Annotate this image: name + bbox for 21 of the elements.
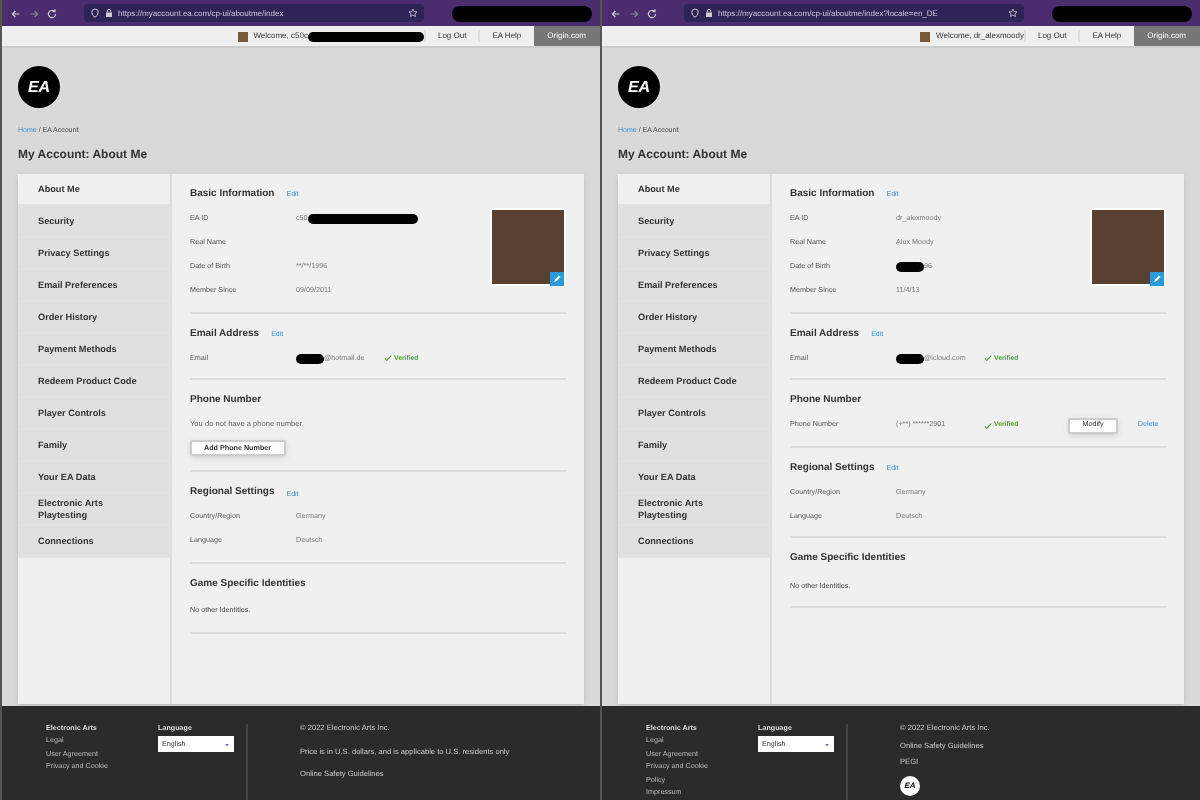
avatar-thumbnail: [920, 31, 931, 41]
avatar-thumbnail: [237, 31, 248, 41]
check-icon: [984, 354, 992, 363]
back-icon: [10, 7, 22, 19]
photo-placeholder: [490, 208, 566, 287]
ea-logo: EA: [18, 66, 60, 108]
check-icon: [984, 421, 992, 430]
forward-icon: [28, 7, 40, 19]
star-icon: [408, 8, 418, 18]
ea-logo: EA: [618, 66, 660, 108]
shield-icon: [90, 8, 100, 18]
reload-icon: [46, 7, 58, 19]
star-icon: [1008, 8, 1018, 18]
lock-icon: [704, 8, 714, 18]
forward-icon: [628, 7, 640, 19]
check-icon: [384, 354, 392, 363]
shield-icon: [690, 8, 700, 18]
lock-icon: [104, 8, 114, 18]
photo-placeholder: [1090, 208, 1166, 287]
back-icon: [610, 7, 622, 19]
reload-icon: [646, 7, 658, 19]
